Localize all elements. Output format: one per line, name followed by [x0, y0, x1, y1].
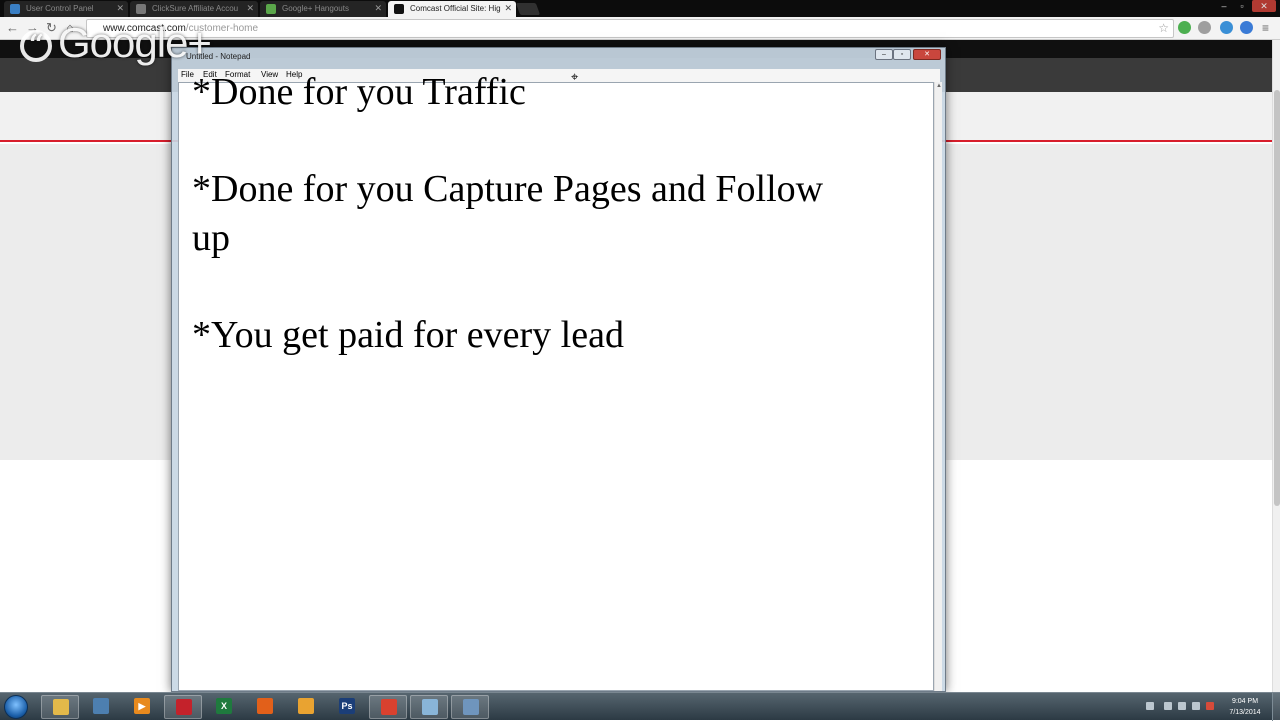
- volume-icon[interactable]: [1192, 702, 1200, 710]
- text-line: *You get paid for every lead: [192, 314, 624, 356]
- new-tab-button[interactable]: [515, 3, 541, 15]
- close-icon[interactable]: ✕: [374, 1, 382, 16]
- tray-icon[interactable]: [1146, 702, 1154, 710]
- back-icon[interactable]: ←: [6, 21, 19, 35]
- page-scrollbar[interactable]: [1272, 40, 1280, 692]
- extension-icon[interactable]: [1220, 21, 1233, 34]
- tab-label: ClickSure Affiliate Accou: [152, 4, 239, 13]
- close-icon[interactable]: ✕: [116, 1, 124, 16]
- scroll-thumb[interactable]: [1274, 90, 1280, 506]
- show-desktop-button[interactable]: [1272, 693, 1280, 721]
- clock-date: 7/13/2014: [1229, 709, 1261, 716]
- extension-icon[interactable]: [1178, 21, 1191, 34]
- hangouts-logo-text: Google+: [58, 19, 212, 66]
- text-line: *Done for you Traffic: [192, 71, 526, 113]
- hangouts-overlay-logo: “Google+: [20, 18, 212, 68]
- notepad-icon: [422, 699, 438, 715]
- move-cursor-icon: ⌖: [571, 69, 579, 84]
- network-icon: [93, 698, 109, 714]
- excel-icon: X: [216, 698, 232, 714]
- taskbar-photoshop[interactable]: Ps: [328, 695, 366, 719]
- text-line: *Done for you Capture Pages and Follow: [192, 168, 824, 210]
- text-editor[interactable]: *Done for you Traffic *Done for you Capt…: [178, 71, 934, 691]
- taskbar-shield-app[interactable]: [287, 695, 325, 719]
- start-button[interactable]: [4, 695, 28, 719]
- bookmark-star-icon[interactable]: ☆: [1158, 20, 1169, 37]
- notepad-scrollbar[interactable]: ▲: [934, 82, 942, 691]
- tab-clicksure[interactable]: ClickSure Affiliate Accou ✕: [130, 1, 258, 17]
- extension-icon[interactable]: [1198, 21, 1211, 34]
- photoshop-icon: Ps: [339, 698, 355, 714]
- address-bar[interactable]: www.comcast.com/customer-home ☆: [86, 19, 1174, 38]
- browser-tab-strip: User Control Panel ✕ ClickSure Affiliate…: [0, 0, 1280, 17]
- notepad-window: Untitled - Notepad – ▫ ✕ File Edit Forma…: [171, 47, 946, 692]
- close-icon[interactable]: ✕: [246, 1, 254, 16]
- taskbar-file-explorer[interactable]: [41, 695, 79, 719]
- tab-label: User Control Panel: [26, 4, 94, 13]
- tab-user-control-panel[interactable]: User Control Panel ✕: [4, 1, 128, 17]
- text-line: up: [192, 217, 230, 259]
- close-window-icon[interactable]: ✕: [1252, 0, 1276, 12]
- tab-label: Comcast Official Site: Hig: [410, 4, 501, 13]
- taskbar-network-app[interactable]: [82, 695, 120, 719]
- maximize-icon[interactable]: ▫: [893, 49, 911, 60]
- hangouts-quote-icon: “: [20, 29, 52, 62]
- folder-icon: [53, 699, 69, 715]
- calculator-icon: [463, 699, 479, 715]
- extension-icon[interactable]: [1240, 21, 1253, 34]
- taskbar-excel[interactable]: X: [205, 695, 243, 719]
- system-clock[interactable]: 9:04 PM 7/13/2014: [1222, 696, 1268, 718]
- taskbar-notepad[interactable]: [410, 695, 448, 719]
- clock-time: 9:04 PM: [1231, 698, 1259, 705]
- minimize-icon[interactable]: –: [1216, 0, 1232, 12]
- tab-favicon: [266, 4, 276, 14]
- taskbar-chrome[interactable]: [369, 695, 407, 719]
- signal-icon[interactable]: [1178, 702, 1186, 710]
- taskbar: ▶ X Ps 9:04 PM 7/13/2014: [0, 692, 1280, 721]
- tab-google-hangouts[interactable]: Google+ Hangouts ✕: [260, 1, 386, 17]
- tab-favicon: [394, 4, 404, 14]
- shield-icon: [298, 698, 314, 714]
- flag-icon[interactable]: [1206, 702, 1214, 710]
- scroll-up-icon[interactable]: ▲: [936, 83, 942, 89]
- taskbar-red-app[interactable]: [164, 695, 202, 719]
- chrome-icon: [381, 699, 397, 715]
- firefox-icon: [257, 698, 273, 714]
- tab-comcast[interactable]: Comcast Official Site: Hig ✕: [388, 1, 516, 17]
- close-icon[interactable]: ✕: [504, 1, 512, 16]
- minimize-icon[interactable]: –: [875, 49, 893, 60]
- tray-icon[interactable]: [1164, 702, 1172, 710]
- tab-favicon: [10, 4, 20, 14]
- maximize-icon[interactable]: ▫: [1234, 0, 1250, 12]
- tab-favicon: [136, 4, 146, 14]
- taskbar-firefox[interactable]: [246, 695, 284, 719]
- tab-label: Google+ Hangouts: [282, 4, 349, 13]
- play-icon: ▶: [134, 698, 150, 714]
- menu-icon[interactable]: ≡: [1262, 21, 1269, 35]
- taskbar-calculator[interactable]: [451, 695, 489, 719]
- taskbar-media-player[interactable]: ▶: [123, 695, 161, 719]
- app-icon: [176, 699, 192, 715]
- close-icon[interactable]: ✕: [913, 49, 941, 60]
